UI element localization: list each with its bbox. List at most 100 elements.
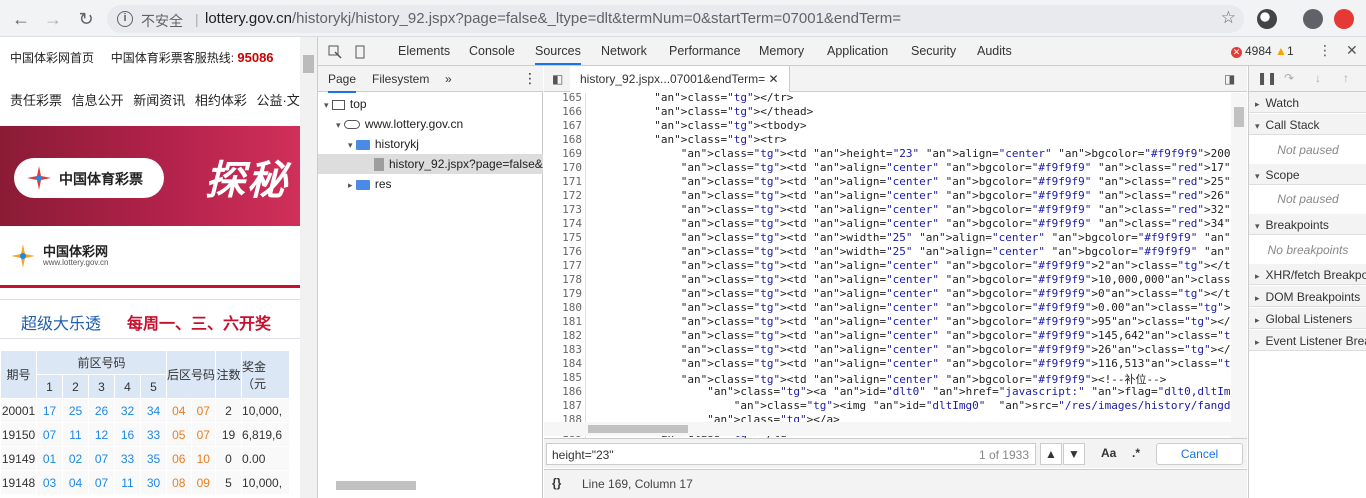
- tab-security[interactable]: Security: [911, 44, 956, 58]
- line-number[interactable]: 187: [544, 399, 582, 412]
- code-line[interactable]: "an">class="tg"><td "an">align="center" …: [588, 343, 1247, 356]
- call-stack-section[interactable]: Call Stack: [1249, 114, 1366, 135]
- pause-icon[interactable]: ❚❚: [1257, 71, 1277, 85]
- line-number[interactable]: 174: [544, 217, 582, 230]
- forward-icon[interactable]: →: [42, 8, 64, 30]
- regex-button[interactable]: .*: [1132, 446, 1140, 460]
- close-devtools-icon[interactable]: ✕: [1346, 42, 1358, 59]
- line-number[interactable]: 165: [544, 93, 582, 104]
- promo-banner[interactable]: 中国体育彩票 探秘: [0, 126, 300, 226]
- line-number[interactable]: 168: [544, 133, 582, 146]
- tree-domain[interactable]: ▾ www.lottery.gov.cn: [336, 117, 463, 131]
- editor-horizontal-scrollbar[interactable]: [544, 422, 1231, 436]
- step-out-icon[interactable]: ↑: [1343, 71, 1349, 85]
- line-number[interactable]: 176: [544, 245, 582, 258]
- line-number[interactable]: 167: [544, 119, 582, 132]
- line-number[interactable]: 169: [544, 147, 582, 160]
- line-number[interactable]: 172: [544, 189, 582, 202]
- code-line[interactable]: "an">class="tg"><td "an">align="center" …: [588, 217, 1247, 230]
- bookmark-star-icon[interactable]: ☆: [1221, 8, 1236, 28]
- xhr-breakpoints-section[interactable]: XHR/fetch Breakpo: [1249, 264, 1366, 285]
- code-line[interactable]: "an">class="tg"><tr>: [588, 133, 786, 146]
- code-line[interactable]: "an">class="tg"><td "an">width="25" "an"…: [588, 231, 1247, 244]
- step-into-icon[interactable]: ↓: [1315, 71, 1321, 85]
- toggle-navigator-icon[interactable]: ◧: [552, 72, 563, 86]
- scope-section[interactable]: Scope: [1249, 164, 1366, 185]
- home-link[interactable]: 中国体彩网首页: [10, 51, 94, 65]
- line-number[interactable]: 177: [544, 259, 582, 272]
- scrollbar-thumb[interactable]: [588, 425, 688, 433]
- navigator-scrollbar-thumb[interactable]: [336, 481, 416, 490]
- code-line[interactable]: "an">class="tg"><td "an">align="center" …: [588, 357, 1247, 370]
- tab-performance[interactable]: Performance: [669, 44, 741, 58]
- code-line[interactable]: "an">class="tg"></tr>: [588, 93, 793, 104]
- line-number[interactable]: 178: [544, 273, 582, 286]
- line-number[interactable]: 179: [544, 287, 582, 300]
- code-line[interactable]: "an">class="tg"><tbody>: [588, 119, 806, 132]
- inspect-icon[interactable]: [328, 45, 342, 59]
- profile-avatar-icon[interactable]: [1303, 9, 1323, 29]
- tab-elements[interactable]: Elements: [398, 44, 450, 58]
- search-input[interactable]: height="23" 1 of 1933: [546, 443, 1036, 465]
- code-line[interactable]: "an">class="tg"><td "an">align="center" …: [588, 203, 1247, 216]
- tab-filesystem[interactable]: Filesystem: [372, 72, 429, 86]
- line-number[interactable]: 181: [544, 315, 582, 328]
- back-icon[interactable]: ←: [10, 8, 32, 30]
- tree-file-history[interactable]: history_92.jspx?page=false&: [374, 157, 543, 172]
- line-number[interactable]: 182: [544, 329, 582, 342]
- navigator-menu-icon[interactable]: ⋮: [523, 70, 537, 87]
- watch-section[interactable]: Watch: [1249, 92, 1366, 113]
- editor-vertical-scrollbar[interactable]: [1231, 93, 1247, 438]
- code-line[interactable]: "an">class="tg"><td "an">align="center" …: [588, 287, 1244, 300]
- tab-page[interactable]: Page: [328, 72, 357, 93]
- close-tab-icon[interactable]: ✕: [768, 72, 778, 86]
- tree-folder-res[interactable]: ▸ res: [348, 177, 392, 191]
- reload-icon[interactable]: ↻: [75, 8, 97, 30]
- code-view[interactable]: 165 166 167 168 169 170 171 172 173 174 175 176 177 1…: [544, 93, 1247, 438]
- line-number[interactable]: 183: [544, 343, 582, 356]
- device-toggle-icon[interactable]: [353, 45, 367, 59]
- error-counter[interactable]: ✕ 4984 ▲1: [1231, 44, 1294, 58]
- search-cancel-button[interactable]: Cancel: [1156, 443, 1243, 465]
- tab-console[interactable]: Console: [469, 44, 515, 58]
- breakpoints-section[interactable]: Breakpoints: [1249, 214, 1366, 235]
- search-next-button[interactable]: ▼: [1063, 443, 1085, 465]
- line-number[interactable]: 175: [544, 231, 582, 244]
- code-line[interactable]: "an">class="tg"><td "an">align="center" …: [588, 273, 1247, 286]
- more-options-icon[interactable]: ⋮: [1318, 42, 1332, 59]
- code-line[interactable]: "an">class="tg"><td "an">height="23" "an…: [588, 147, 1247, 160]
- step-over-icon[interactable]: ↷: [1284, 71, 1294, 85]
- line-number[interactable]: 173: [544, 203, 582, 216]
- extension-icon[interactable]: [1257, 9, 1277, 29]
- update-icon[interactable]: [1334, 9, 1354, 29]
- code-line[interactable]: "an">class="tg"><td "an">align="center" …: [588, 175, 1247, 188]
- tab-sources[interactable]: Sources: [535, 44, 581, 65]
- line-number[interactable]: 166: [544, 105, 582, 118]
- code-line[interactable]: "an">class="tg"><td "an">align="center" …: [588, 189, 1247, 202]
- site-logo[interactable]: 中国体彩网 www.lottery.gov.cn: [6, 237, 296, 285]
- code-line[interactable]: "an">class="tg"><td "an">width="25" "an"…: [588, 245, 1247, 258]
- address-bar[interactable]: i 不安全 | lottery.gov.cn/historykj/history…: [107, 5, 1244, 33]
- file-tab[interactable]: history_92.jspx...07001&endTerm= ✕: [570, 66, 790, 92]
- code-line[interactable]: "an">class="tg"><td "an">align="center" …: [588, 329, 1247, 342]
- code-line[interactable]: "an">class="tg"><td "an">align="center" …: [588, 259, 1244, 272]
- scrollbar-thumb[interactable]: [1234, 107, 1244, 127]
- global-listeners-section[interactable]: Global Listeners: [1249, 308, 1366, 329]
- tab-memory[interactable]: Memory: [759, 44, 804, 58]
- page-scrollbar[interactable]: [300, 37, 318, 498]
- url-text[interactable]: lottery.gov.cn/historykj/history_92.jspx…: [205, 10, 901, 27]
- tree-top[interactable]: ▾ top: [324, 97, 367, 111]
- tab-application[interactable]: Application: [827, 44, 888, 58]
- pretty-print-icon[interactable]: {}: [552, 476, 561, 490]
- more-tabs-icon[interactable]: »: [445, 72, 452, 86]
- line-number[interactable]: 170: [544, 161, 582, 174]
- match-case-button[interactable]: Aa: [1101, 446, 1116, 460]
- line-number[interactable]: 171: [544, 175, 582, 188]
- scrollbar-thumb[interactable]: [303, 55, 314, 73]
- tab-network[interactable]: Network: [601, 44, 647, 58]
- code-line[interactable]: "an">class="tg"><td "an">align="center" …: [588, 301, 1247, 314]
- code-line[interactable]: "an">class="tg"><td "an">align="center" …: [588, 315, 1247, 328]
- code-line[interactable]: "an">class="tg"><a "an">id="dlt0" "an">h…: [588, 385, 1247, 398]
- search-prev-button[interactable]: ▲: [1040, 443, 1062, 465]
- code-line[interactable]: "an">class="tg"><img "an">id="dltImg0" "…: [588, 399, 1247, 412]
